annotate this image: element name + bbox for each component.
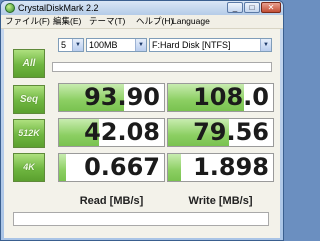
info-strip <box>52 62 272 72</box>
512k-read-value: 42.08 <box>84 118 160 146</box>
512k-write-value: 79.56 <box>193 118 269 146</box>
chevron-down-icon: ▼ <box>72 39 83 51</box>
4k-read-bar <box>59 154 67 181</box>
write-column-label: Write [MB/s] <box>188 195 253 207</box>
menu-bar: ファイル(F) 編集(E) テーマ(T) ヘルプ(H) Language <box>1 15 283 29</box>
seq-read-value: 93.90 <box>84 83 160 111</box>
minimize-button[interactable]: _ <box>227 2 243 13</box>
title-bar[interactable]: CrystalDiskMark 2.2 _ □ ✕ <box>1 1 283 15</box>
512k-read-cell: 42.08 <box>58 118 165 147</box>
512k-write-cell: 79.56 <box>167 118 274 147</box>
seq-read-cell: 93.90 <box>58 83 165 112</box>
test-count-value: 5 <box>61 40 67 50</box>
test-size-select[interactable]: 100MB ▼ <box>86 38 147 52</box>
read-column-label: Read [MB/s] <box>79 195 144 207</box>
maximize-button[interactable]: □ <box>244 2 260 13</box>
app-icon <box>5 3 15 13</box>
menu-file[interactable]: ファイル(F) <box>5 16 50 27</box>
chevron-down-icon: ▼ <box>135 39 146 51</box>
test-size-value: 100MB <box>89 40 118 50</box>
run-seq-button[interactable]: Seq <box>13 85 45 114</box>
4k-write-value: 1.898 <box>193 153 269 181</box>
window-title: CrystalDiskMark 2.2 <box>18 3 99 13</box>
4k-read-value: 0.667 <box>84 153 160 181</box>
close-button[interactable]: ✕ <box>261 2 281 13</box>
run-all-button[interactable]: All <box>13 49 45 78</box>
seq-write-cell: 108.0 <box>167 83 274 112</box>
drive-value: F:Hard Disk [NTFS] <box>152 40 231 50</box>
menu-help[interactable]: ヘルプ(H) <box>136 16 173 27</box>
seq-write-value: 108.0 <box>193 83 269 111</box>
menu-language[interactable]: Language <box>172 16 210 27</box>
menu-theme[interactable]: テーマ(T) <box>89 16 125 27</box>
app-window: CrystalDiskMark 2.2 _ □ ✕ ファイル(F) 編集(E) … <box>0 0 284 241</box>
drive-select[interactable]: F:Hard Disk [NTFS] ▼ <box>149 38 272 52</box>
chevron-down-icon: ▼ <box>260 39 271 51</box>
test-count-select[interactable]: 5 ▼ <box>58 38 84 52</box>
menu-edit[interactable]: 編集(E) <box>53 16 81 27</box>
status-bar <box>13 212 269 226</box>
4k-write-bar <box>168 154 181 181</box>
4k-read-cell: 0.667 <box>58 153 165 182</box>
main-panel: 5 ▼ 100MB ▼ F:Hard Disk [NTFS] ▼ All Seq… <box>4 29 280 238</box>
4k-write-cell: 1.898 <box>167 153 274 182</box>
run-4k-button[interactable]: 4K <box>13 153 45 182</box>
run-512k-button[interactable]: 512K <box>13 119 45 148</box>
